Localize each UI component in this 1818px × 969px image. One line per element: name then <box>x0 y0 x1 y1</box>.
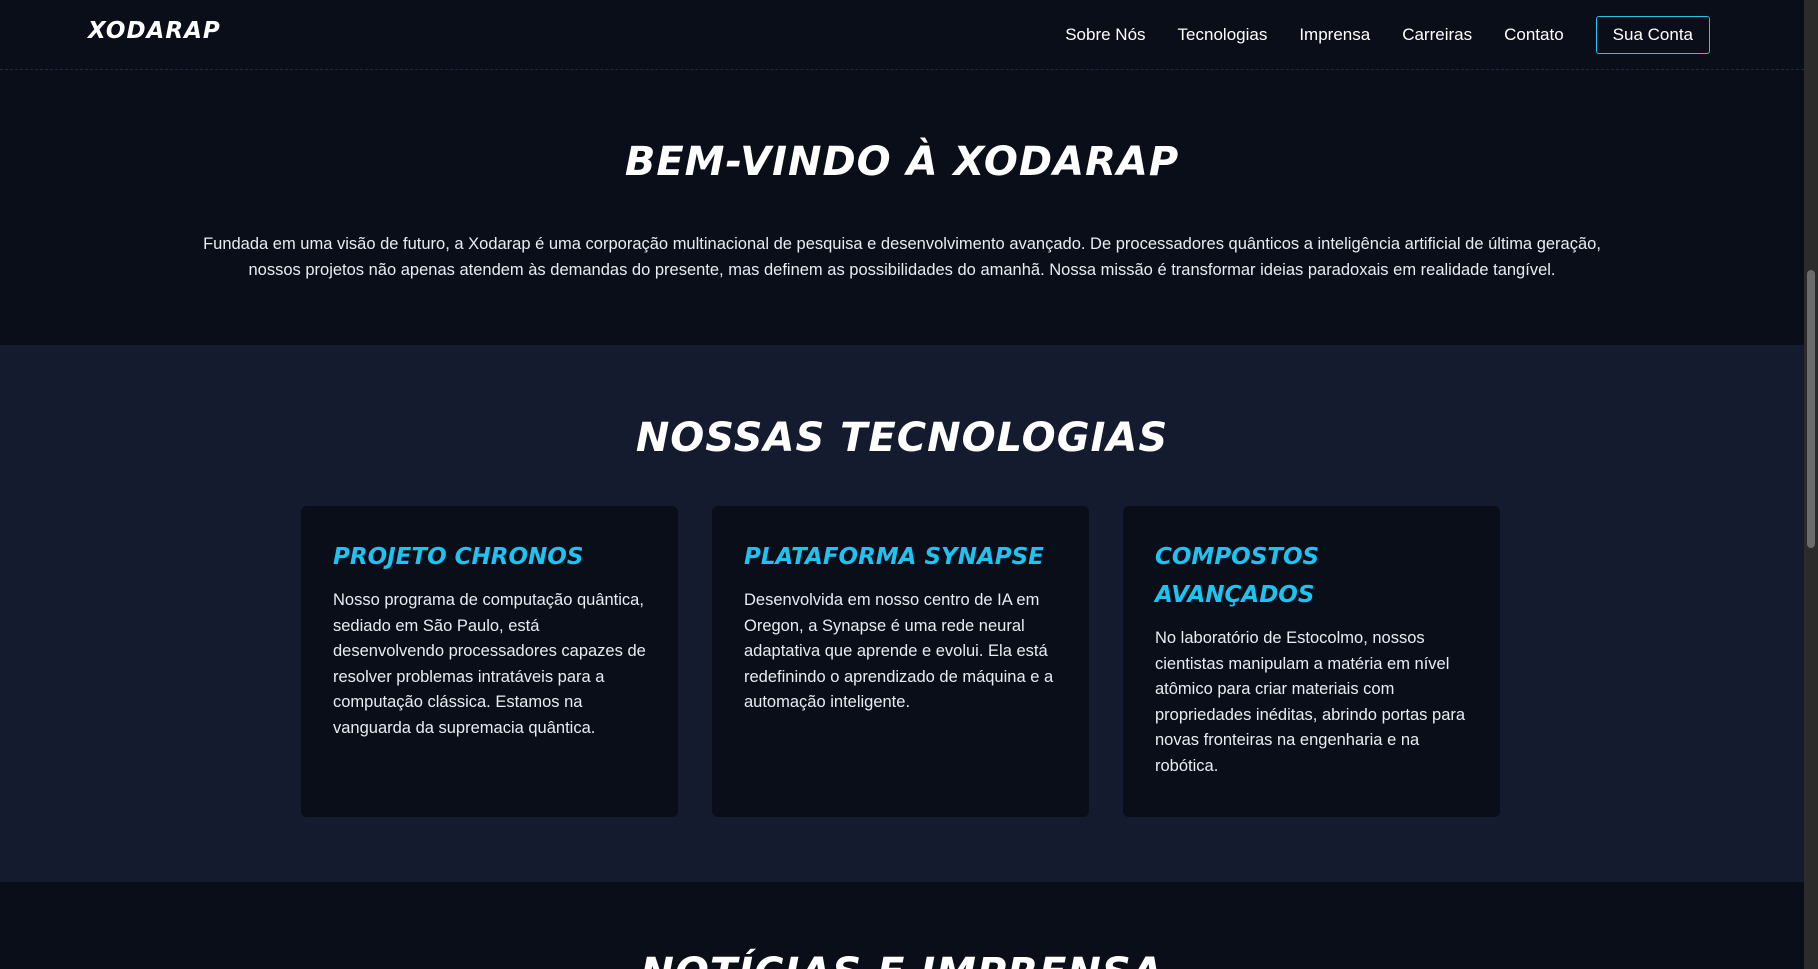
account-button[interactable]: Sua Conta <box>1595 16 1710 54</box>
tech-card-title: PLATAFORMA SYNAPSE <box>744 544 1044 570</box>
news-section: NOTÍCIAS E IMPRENSA <box>0 882 1804 969</box>
scrollbar-thumb[interactable] <box>1807 270 1815 548</box>
tech-card-text: No laboratório de Estocolmo, nossos cien… <box>1155 629 1466 775</box>
page-scrollbar[interactable] <box>1804 0 1818 969</box>
tech-card-chronos: PROJETO CHRONOS Nosso programa de comput… <box>301 506 678 817</box>
tech-card-title: COMPOSTOS AVANÇADOS <box>1155 544 1320 608</box>
tech-card-synapse: PLATAFORMA SYNAPSE Desenvolvida em nosso… <box>712 506 1089 817</box>
welcome-title: BEM-VINDO À XODARAP <box>624 139 1180 185</box>
tech-card-text: Desenvolvida em nosso centro de IA em Or… <box>744 591 1054 712</box>
nav-link-contato[interactable]: Contato <box>1504 25 1564 45</box>
technologies-title: NOSSAS TECNOLOGIAS <box>635 415 1169 461</box>
technology-cards: PROJETO CHRONOS Nosso programa de comput… <box>301 506 1500 817</box>
site-header: XODARAP Sobre Nós Tecnologias Imprensa C… <box>0 0 1804 70</box>
tech-card-title: PROJETO CHRONOS <box>333 544 584 570</box>
tech-card-text: Nosso programa de computação quântica, s… <box>333 591 646 737</box>
nav-link-tecnologias[interactable]: Tecnologias <box>1178 25 1268 45</box>
tech-card-compostos: COMPOSTOS AVANÇADOS No laboratório de Es… <box>1123 506 1500 817</box>
nav-link-sobre-nos[interactable]: Sobre Nós <box>1065 25 1145 45</box>
nav-link-carreiras[interactable]: Carreiras <box>1402 25 1472 45</box>
welcome-section: BEM-VINDO À XODARAP Fundada em uma visão… <box>0 71 1804 345</box>
main-nav: Sobre Nós Tecnologias Imprensa Carreiras… <box>1065 16 1710 54</box>
site-logo[interactable]: XODARAP <box>88 18 221 44</box>
nav-link-imprensa[interactable]: Imprensa <box>1299 25 1370 45</box>
news-title: NOTÍCIAS E IMPRENSA <box>0 950 1804 969</box>
welcome-text: Fundada em uma visão de futuro, a Xodara… <box>203 235 1601 279</box>
technologies-section: NOSSAS TECNOLOGIAS PROJETO CHRONOS Nosso… <box>0 345 1804 882</box>
